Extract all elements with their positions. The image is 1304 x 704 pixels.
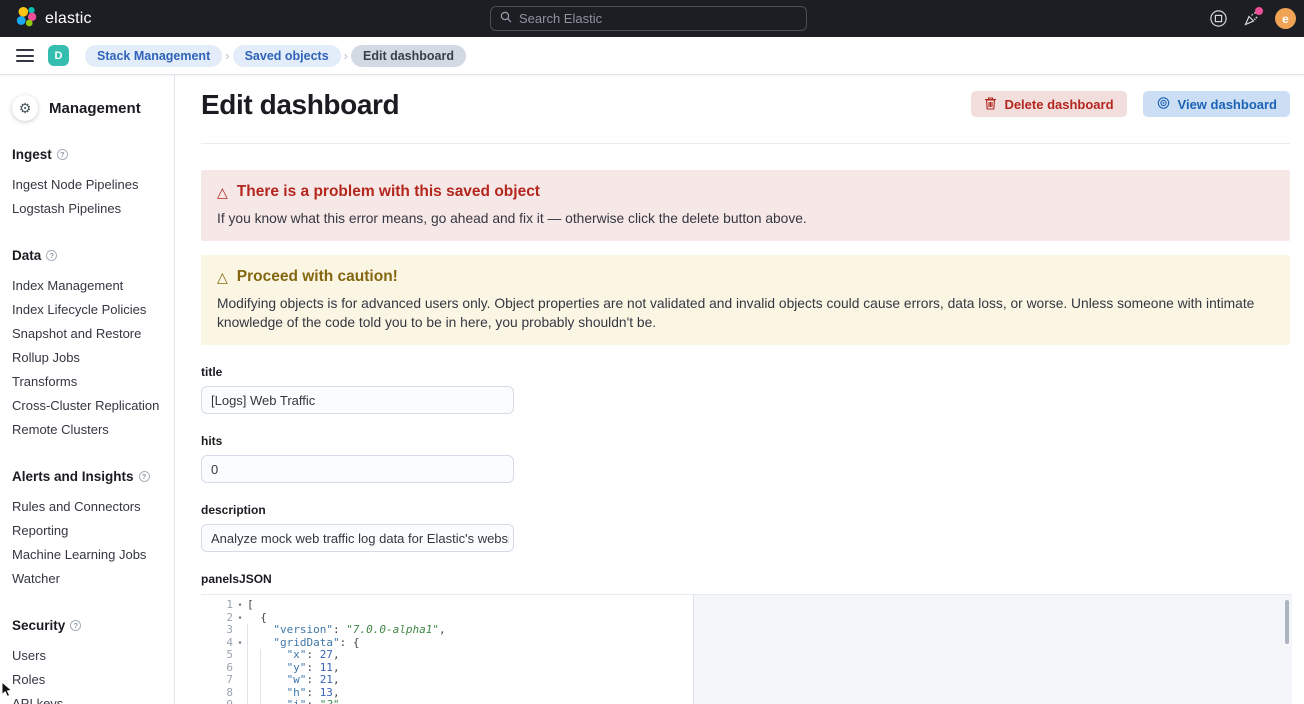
warning-triangle-icon: △	[217, 269, 228, 286]
sidebar-item-transforms[interactable]: Transforms	[12, 369, 166, 393]
breadcrumb-separator: ›	[344, 48, 348, 63]
delete-dashboard-button[interactable]: Delete dashboard	[971, 91, 1126, 117]
sidebar-item-ingest-node-pipelines[interactable]: Ingest Node Pipelines	[12, 172, 166, 196]
sidebar-section-ingest: Ingest? Ingest Node PipelinesLogstash Pip…	[12, 147, 166, 220]
elastic-logo-icon	[16, 6, 37, 32]
error-callout-body: If you know what this error means, go ah…	[217, 209, 1274, 228]
sidebar-item-watcher[interactable]: Watcher	[12, 566, 166, 590]
code-line: 7"w": 21,	[201, 674, 1292, 687]
global-search-bar[interactable]	[490, 6, 807, 31]
logo-wordmark: elastic	[45, 10, 92, 28]
search-input[interactable]	[519, 11, 797, 26]
code-line: 5"x": 27,	[201, 649, 1292, 662]
trash-icon	[984, 96, 997, 113]
sidebar-item-reporting[interactable]: Reporting	[12, 518, 166, 542]
code-line: 9"i": "2"	[201, 699, 1292, 704]
section-help-icon: ?	[57, 149, 68, 160]
divider	[201, 143, 1290, 144]
sidebar-item-index-management[interactable]: Index Management	[12, 273, 166, 297]
line-number: 3	[226, 624, 233, 637]
hits-field[interactable]	[201, 455, 514, 483]
section-title: Alerts and Insights	[12, 469, 134, 484]
help-icon[interactable]	[1209, 10, 1227, 28]
title-field-label: title	[201, 365, 514, 379]
breadcrumb-item-stack-management[interactable]: Stack Management	[85, 45, 222, 67]
menu-toggle-icon[interactable]	[16, 49, 34, 62]
caution-callout-title: Proceed with caution!	[237, 268, 398, 286]
eye-icon	[1156, 97, 1171, 112]
section-help-icon: ?	[70, 620, 81, 631]
description-field[interactable]	[201, 524, 514, 552]
hits-field-label: hits	[201, 434, 514, 448]
breadcrumb-separator: ›	[225, 48, 229, 63]
line-number: 7	[226, 674, 233, 687]
main-content: Edit dashboard Delete dashboard View das…	[175, 75, 1304, 704]
view-dashboard-button[interactable]: View dashboard	[1143, 91, 1290, 117]
warning-triangle-icon: △	[217, 184, 228, 201]
panels-json-label: panelsJSON	[201, 572, 1290, 586]
section-title: Ingest	[12, 147, 52, 162]
space-avatar[interactable]: D	[48, 45, 69, 66]
section-title: Security	[12, 618, 65, 633]
description-field-label: description	[201, 503, 514, 517]
search-icon	[500, 11, 512, 26]
editor-scrollbar[interactable]	[1285, 600, 1289, 644]
line-number: 5	[226, 649, 233, 662]
sidebar-item-snapshot-and-restore[interactable]: Snapshot and Restore	[12, 321, 166, 345]
sidebar-item-index-lifecycle-policies[interactable]: Index Lifecycle Policies	[12, 297, 166, 321]
notification-dot	[1255, 7, 1263, 15]
top-header-bar: elastic e	[0, 0, 1304, 37]
code-line: 3"version": "7.0.0-alpha1",	[201, 624, 1292, 637]
fold-arrow-icon[interactable]: ▾	[233, 599, 247, 612]
section-help-icon: ?	[46, 250, 57, 261]
caution-callout-body: Modifying objects is for advanced users …	[217, 294, 1274, 332]
elastic-home-link[interactable]: elastic	[8, 6, 92, 32]
management-header: ⚙ Management	[12, 95, 166, 121]
error-callout: △ There is a problem with this saved obj…	[201, 170, 1290, 241]
sidebar-item-rules-and-connectors[interactable]: Rules and Connectors	[12, 494, 166, 518]
section-help-icon: ?	[139, 471, 150, 482]
sidebar-section-data: Data? Index ManagementIndex Lifecycle Pol…	[12, 248, 166, 441]
user-avatar[interactable]: e	[1275, 8, 1296, 29]
sidebar-item-remote-clusters[interactable]: Remote Clusters	[12, 417, 166, 441]
sidebar-item-cross-cluster-replication[interactable]: Cross-Cluster Replication	[12, 393, 166, 417]
line-number: 9	[226, 699, 233, 704]
breadcrumb-bar: D Stack Management›Saved objects›Edit da…	[0, 37, 1304, 75]
code-line: 8"h": 13,	[201, 687, 1292, 700]
code-line: 6"y": 11,	[201, 662, 1292, 675]
fold-arrow-icon[interactable]: ▾	[233, 612, 247, 625]
fold-arrow-icon[interactable]: ▾	[233, 637, 247, 650]
management-sidebar: ⚙ Management Ingest? Ingest Node Pipeline…	[0, 75, 175, 704]
title-field[interactable]	[201, 386, 514, 414]
breadcrumb: Stack Management›Saved objects›Edit dash…	[85, 45, 466, 67]
sidebar-section-alerts-and-insights: Alerts and Insights? Rules and Connectors…	[12, 469, 166, 590]
newsfeed-icon[interactable]	[1242, 10, 1260, 28]
gear-icon: ⚙	[12, 95, 38, 121]
sidebar-item-roles[interactable]: Roles	[12, 667, 166, 691]
sidebar-title: Management	[49, 100, 141, 117]
breadcrumb-item-edit-dashboard: Edit dashboard	[351, 45, 466, 67]
code-line: 1▾[	[201, 599, 1292, 612]
sidebar-item-api-keys[interactable]: API keys	[12, 691, 166, 704]
section-title: Data	[12, 248, 41, 263]
panels-json-editor[interactable]: 1▾[2▾{3"version": "7.0.0-alpha1",4▾"grid…	[201, 594, 1292, 704]
mouse-cursor	[1, 681, 13, 703]
code-line: 4▾"gridData": {	[201, 637, 1292, 650]
sidebar-item-users[interactable]: Users	[12, 643, 166, 667]
sidebar-item-logstash-pipelines[interactable]: Logstash Pipelines	[12, 196, 166, 220]
caution-callout: △ Proceed with caution! Modifying object…	[201, 255, 1290, 345]
error-callout-title: There is a problem with this saved objec…	[237, 183, 540, 201]
breadcrumb-item-saved-objects[interactable]: Saved objects	[233, 45, 341, 67]
line-number: 1	[226, 599, 233, 612]
sidebar-item-machine-learning-jobs[interactable]: Machine Learning Jobs	[12, 542, 166, 566]
sidebar-item-rollup-jobs[interactable]: Rollup Jobs	[12, 345, 166, 369]
sidebar-section-security: Security?UsersRolesAPI keysRole Mappings	[12, 618, 166, 704]
page-title: Edit dashboard	[201, 88, 399, 122]
